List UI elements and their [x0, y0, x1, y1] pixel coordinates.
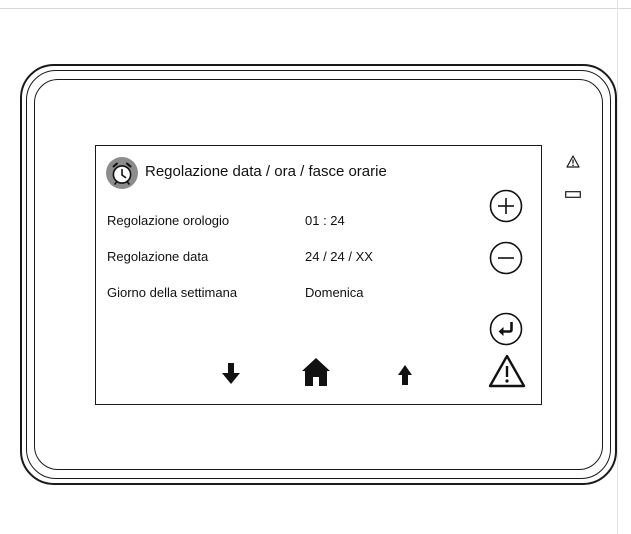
clock-setting-value[interactable]: 01 : 24 [305, 213, 345, 228]
device-status-led-icon [565, 191, 581, 198]
page-right-edge [617, 0, 618, 534]
alarm-clock-icon [106, 157, 138, 189]
screen-title: Regolazione data / ora / fasce orarie [145, 163, 387, 180]
date-setting-label[interactable]: Regolazione data [107, 249, 208, 264]
clock-setting-label[interactable]: Regolazione orologio [107, 213, 229, 228]
arrow-down-icon[interactable] [221, 362, 241, 386]
plus-circle-icon[interactable] [489, 189, 523, 223]
page-top-edge [0, 8, 631, 9]
home-icon[interactable] [301, 357, 331, 387]
date-setting-value[interactable]: 24 / 24 / XX [305, 249, 373, 264]
minus-circle-icon[interactable] [489, 241, 523, 275]
enter-return-icon[interactable] [489, 312, 523, 346]
device-alarm-led-icon [566, 155, 580, 168]
weekday-setting-label[interactable]: Giorno della settimana [107, 285, 237, 300]
weekday-setting-value[interactable]: Domenica [305, 285, 364, 300]
arrow-up-icon[interactable] [395, 362, 415, 386]
warning-triangle-icon[interactable] [488, 354, 526, 388]
